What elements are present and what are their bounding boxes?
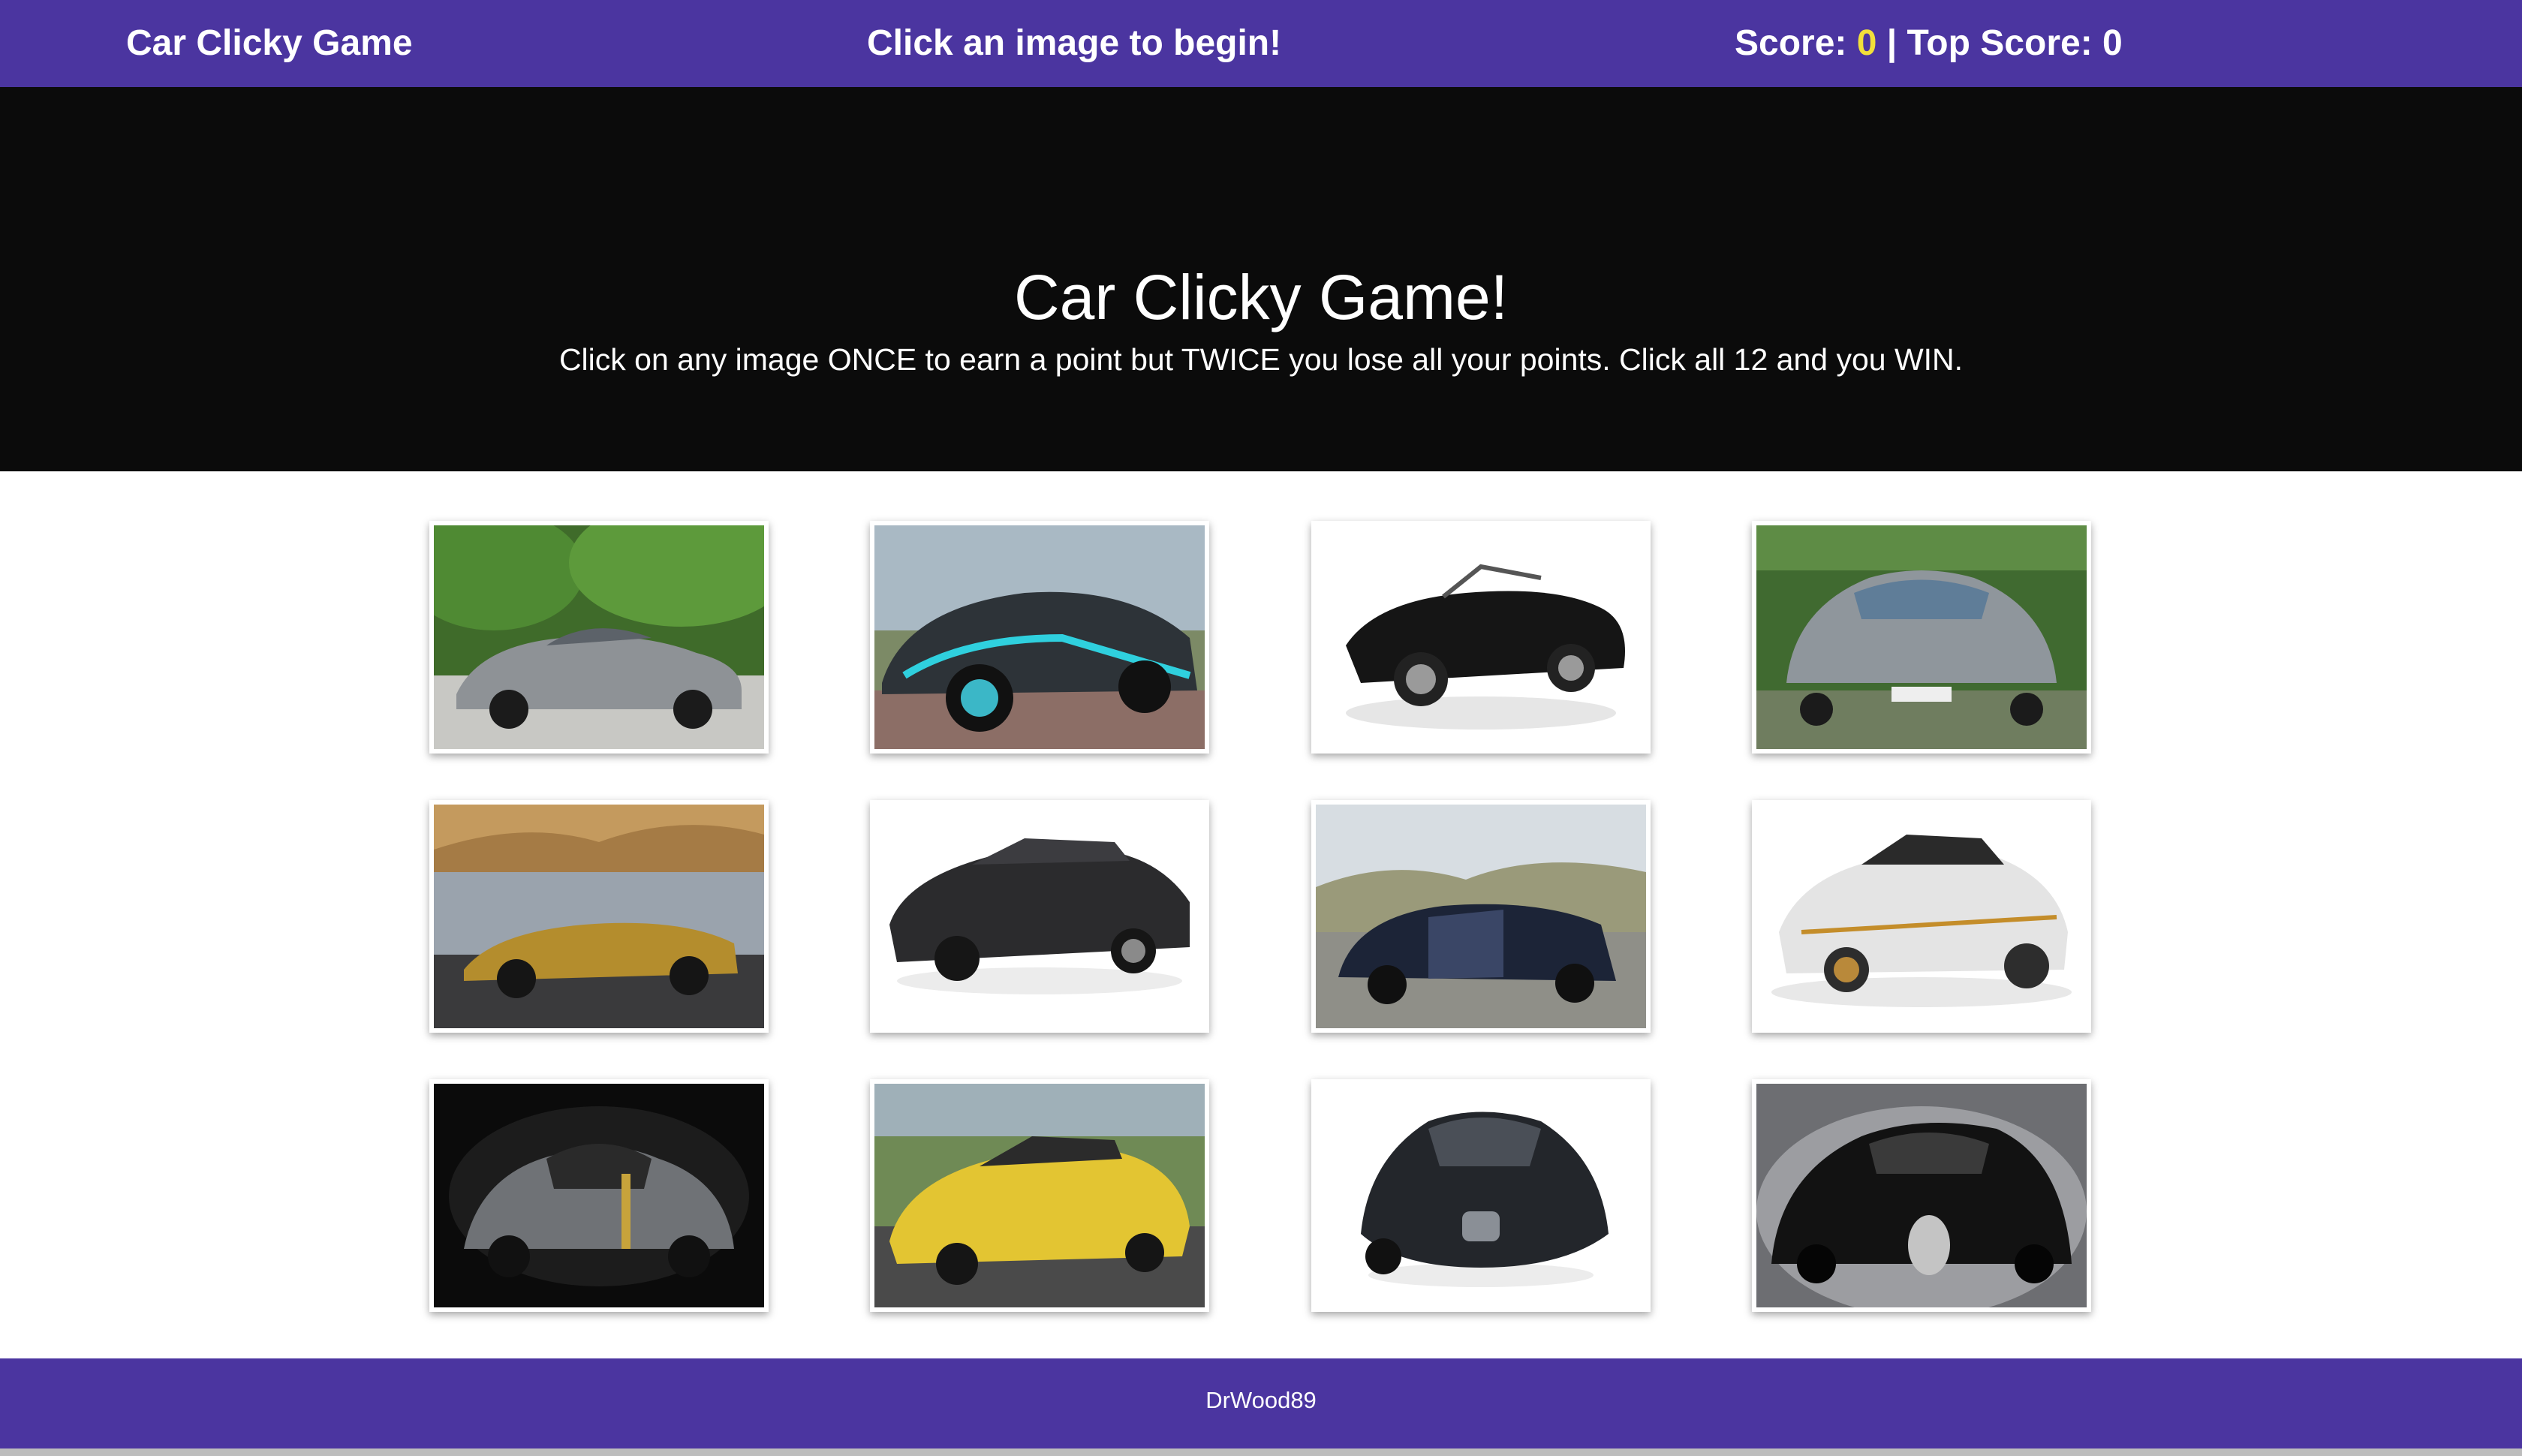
car-card-3[interactable] bbox=[1311, 521, 1651, 754]
score-display: Score: 0 | Top Score: 0 bbox=[1735, 0, 2123, 87]
car-card-6[interactable] bbox=[870, 800, 1209, 1033]
window-bottom-edge bbox=[0, 1448, 2522, 1456]
score-separator: | bbox=[1876, 23, 1907, 63]
car-card-5[interactable] bbox=[429, 800, 769, 1033]
car-image[interactable] bbox=[434, 1084, 764, 1307]
car-card-12[interactable] bbox=[1752, 1079, 2091, 1312]
brand-title[interactable]: Car Clicky Game bbox=[126, 0, 413, 87]
footer-author: DrWood89 bbox=[1205, 1387, 1317, 1413]
top-score-label: Top Score: bbox=[1907, 23, 2103, 63]
car-image[interactable] bbox=[874, 525, 1205, 749]
car-image[interactable] bbox=[434, 525, 764, 749]
top-navbar: Car Clicky Game Click an image to begin!… bbox=[0, 0, 2522, 87]
game-status-message: Click an image to begin! bbox=[867, 23, 1282, 63]
car-card-1[interactable] bbox=[429, 521, 769, 754]
car-image[interactable] bbox=[1316, 1084, 1646, 1307]
car-image[interactable] bbox=[874, 805, 1205, 1028]
car-image-grid bbox=[0, 471, 2522, 1358]
hero-banner: Car Clicky Game! Click on any image ONCE… bbox=[0, 87, 2522, 471]
car-image[interactable] bbox=[1756, 1084, 2087, 1307]
top-score-value: 0 bbox=[2102, 23, 2123, 63]
car-card-2[interactable] bbox=[870, 521, 1209, 754]
hero-instructions: Click on any image ONCE to earn a point … bbox=[558, 342, 1964, 377]
car-image[interactable] bbox=[1316, 805, 1646, 1028]
car-card-7[interactable] bbox=[1311, 800, 1651, 1033]
car-card-10[interactable] bbox=[870, 1079, 1209, 1312]
hero-title: Car Clicky Game! bbox=[1013, 262, 1509, 332]
car-card-11[interactable] bbox=[1311, 1079, 1651, 1312]
car-card-8[interactable] bbox=[1752, 800, 2091, 1033]
car-image[interactable] bbox=[434, 805, 764, 1028]
car-image[interactable] bbox=[874, 1084, 1205, 1307]
page-footer: DrWood89 bbox=[0, 1358, 2522, 1448]
car-image[interactable] bbox=[1756, 805, 2087, 1028]
score-label: Score: bbox=[1735, 23, 1857, 63]
car-card-4[interactable] bbox=[1752, 521, 2091, 754]
car-image[interactable] bbox=[1756, 525, 2087, 749]
score-value: 0 bbox=[1856, 23, 1877, 63]
car-card-9[interactable] bbox=[429, 1079, 769, 1312]
car-image[interactable] bbox=[1316, 525, 1646, 749]
